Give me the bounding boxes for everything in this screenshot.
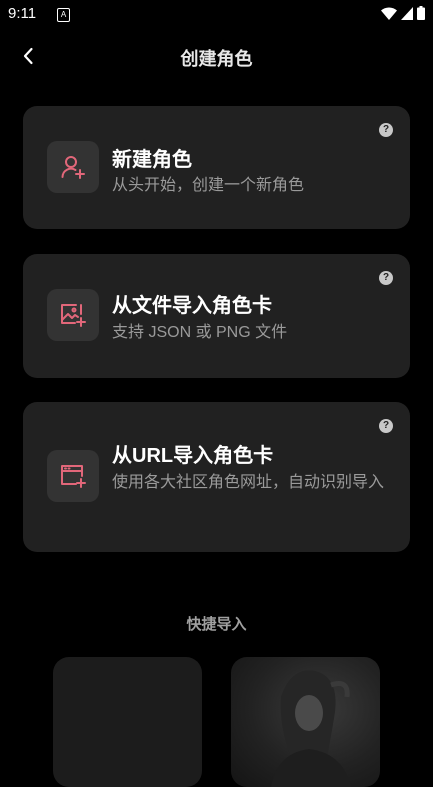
quick-import-label: 快捷导入 — [186, 616, 247, 633]
quick-import-card[interactable] — [231, 657, 380, 787]
icon-box — [47, 141, 99, 193]
card-description: 从头开始，创建一个新角色 — [112, 177, 305, 194]
card-title: 从URL导入角色卡 — [112, 445, 274, 467]
icon-box — [47, 450, 99, 502]
status-bar: 9:11 A — [0, 0, 433, 30]
app-notification-icon: A — [57, 8, 70, 22]
page-title: 创建角色 — [180, 49, 253, 69]
battery-icon — [417, 6, 425, 20]
card-description: 使用各大社区角色网址，自动识别导入 — [112, 474, 385, 491]
user-add-icon — [61, 156, 85, 179]
icon-box — [47, 289, 99, 341]
import-file-card[interactable]: ? 从文件导入角色卡 支持 JSON 或 PNG 文件 — [23, 254, 410, 378]
wifi-icon — [381, 6, 397, 20]
help-icon[interactable]: ? — [379, 123, 393, 137]
cellular-signal-icon — [401, 6, 413, 20]
card-title: 新建角色 — [112, 149, 192, 171]
card-description: 支持 JSON 或 PNG 文件 — [112, 324, 288, 341]
character-portrait — [271, 670, 351, 787]
new-character-card[interactable]: ? 新建角色 从头开始，创建一个新角色 — [23, 106, 410, 229]
status-icons — [381, 6, 425, 20]
help-icon[interactable]: ? — [379, 271, 393, 285]
quick-import-card[interactable] — [53, 657, 202, 787]
image-add-icon — [61, 304, 86, 327]
import-url-card[interactable]: ? 从URL导入角色卡 使用各大社区角色网址，自动识别导入 — [23, 402, 410, 552]
help-icon[interactable]: ? — [379, 419, 393, 433]
header: 创建角色 — [0, 36, 433, 76]
browser-add-icon — [61, 465, 86, 488]
status-time: 9:11 — [8, 5, 37, 22]
card-title: 从文件导入角色卡 — [112, 295, 272, 317]
